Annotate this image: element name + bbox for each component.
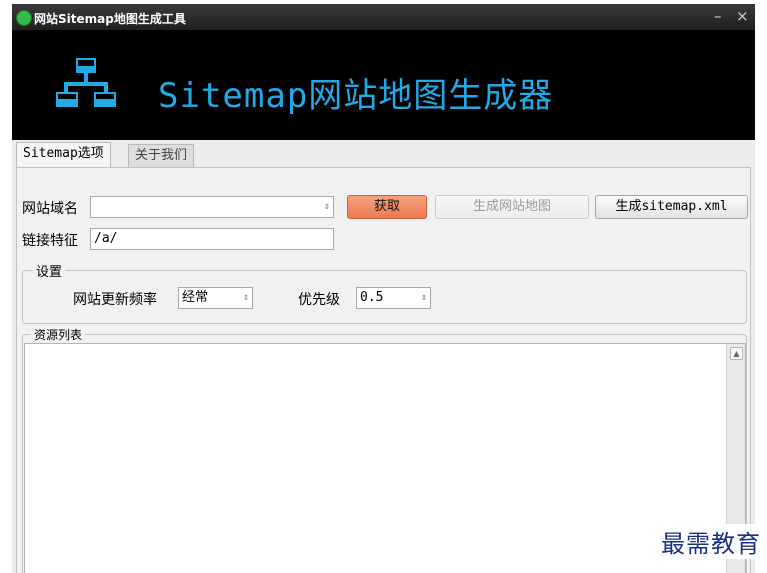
priority-spinbox[interactable]: 0.5 ⇕ [356, 287, 431, 309]
chevron-updown-icon[interactable]: ⇕ [324, 197, 330, 217]
fetch-button[interactable]: 获取 [347, 195, 427, 219]
resource-list-textarea[interactable]: ▲ [24, 343, 746, 573]
tab-about-us[interactable]: 关于我们 [128, 144, 195, 167]
link-pattern-label: 链接特征 [22, 233, 78, 249]
watermark: 最需教育 [659, 524, 763, 559]
scroll-up-icon[interactable]: ▲ [730, 347, 743, 360]
update-frequency-select[interactable]: 经常 ⇕ [178, 287, 253, 309]
resource-list-title: 资源列表 [31, 326, 86, 343]
banner-heading: Sitemap网站地图生成器 [158, 76, 554, 116]
link-pattern-input[interactable]: /a/ [90, 228, 334, 250]
app-icon [16, 10, 32, 26]
generate-sitemap-button[interactable]: 生成网站地图 [435, 195, 589, 219]
sitemap-icon [56, 58, 116, 107]
priority-label: 优先级 [298, 292, 340, 308]
domain-label: 网站域名 [22, 201, 78, 217]
minimize-button[interactable]: – [714, 7, 722, 25]
update-frequency-label: 网站更新频率 [73, 292, 157, 308]
title-bar[interactable]: 网站Sitemap地图生成工具 – × [12, 4, 755, 30]
priority-value: 0.5 [360, 290, 384, 305]
resource-list-group: 资源列表 ▲ [22, 326, 747, 573]
generate-sitemap-xml-button[interactable]: 生成sitemap.xml [595, 195, 748, 219]
header-banner: Sitemap网站地图生成器 [12, 30, 755, 140]
update-frequency-value: 经常 [182, 290, 209, 305]
chevron-updown-icon[interactable]: ⇕ [421, 288, 427, 308]
main-content: Sitemap选项 关于我们 网站域名 ⇕ 获取 生成网站地图 生成sitema… [12, 140, 755, 573]
tab-sitemap-options[interactable]: Sitemap选项 [16, 142, 111, 168]
close-button[interactable]: × [736, 7, 749, 25]
settings-group: 设置 网站更新频率 经常 ⇕ 优先级 0.5 ⇕ [22, 261, 747, 324]
window-title: 网站Sitemap地图生成工具 [34, 12, 186, 26]
sitemap-options-panel: 网站域名 ⇕ 获取 生成网站地图 生成sitemap.xml 链接特征 /a/ … [16, 167, 751, 573]
chevron-updown-icon[interactable]: ⇕ [243, 288, 249, 308]
app-window: 网站Sitemap地图生成工具 – × Sitemap网站地图生成器 Sitem… [12, 4, 755, 573]
domain-combobox[interactable]: ⇕ [90, 196, 334, 218]
settings-group-title: 设置 [33, 261, 66, 280]
